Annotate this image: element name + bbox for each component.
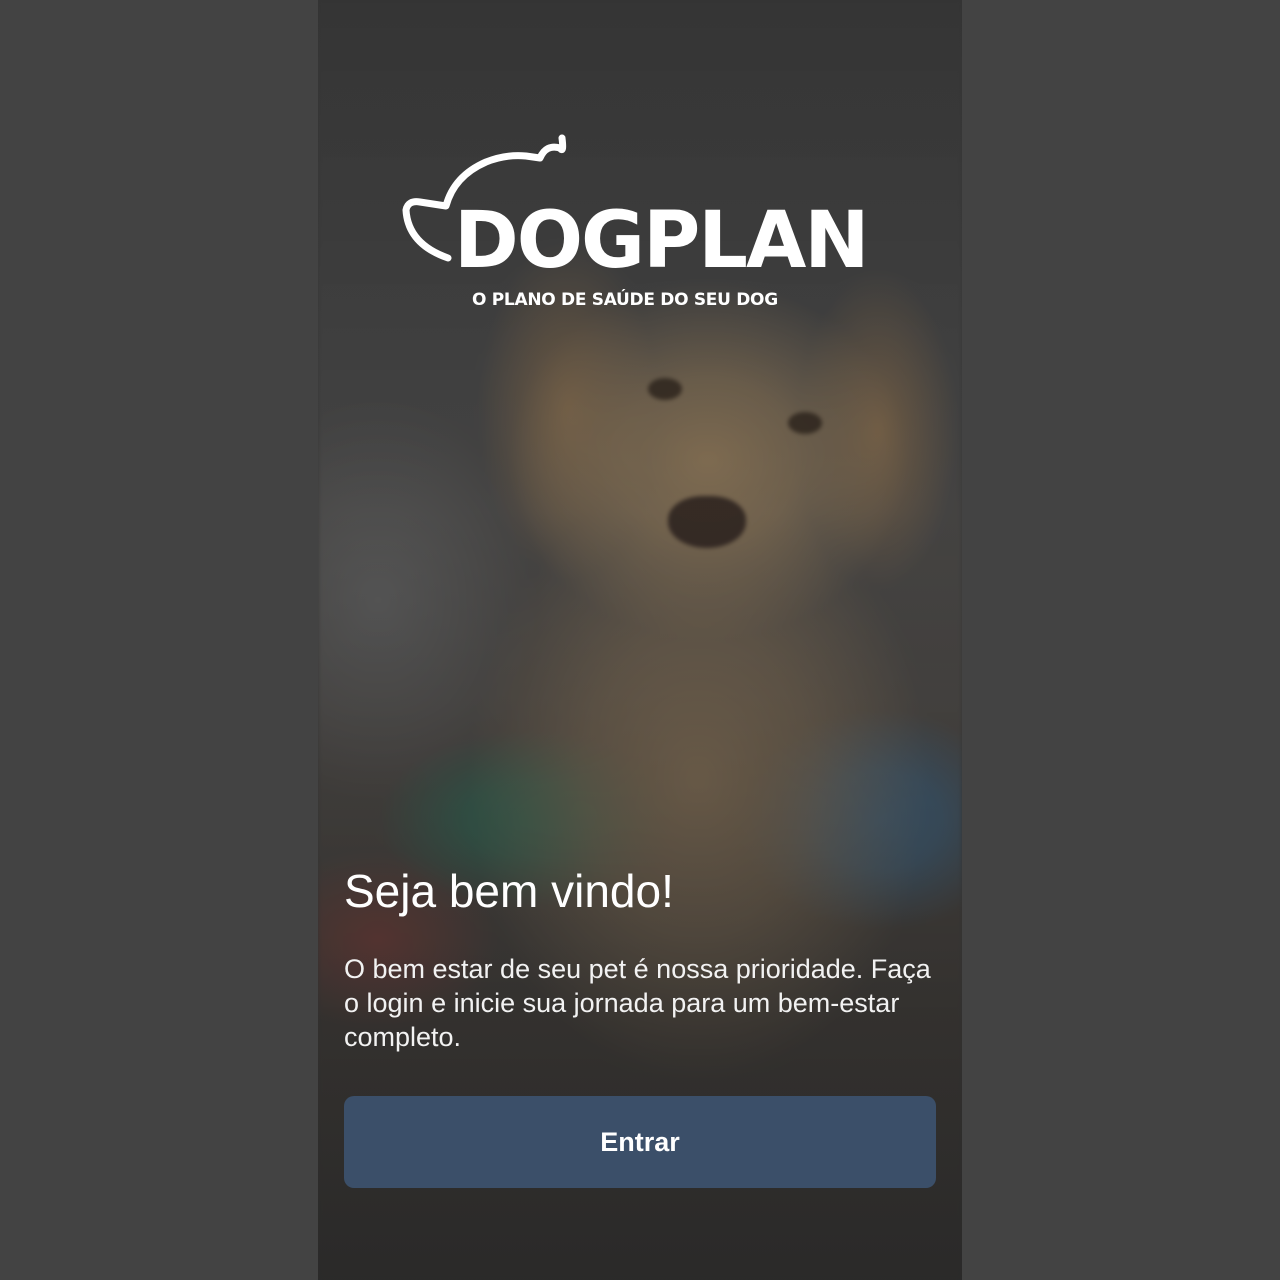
brand-tagline: O PLANO DE SAÚDE DO SEU DOG [472,290,778,310]
welcome-screen: DOGPLAN O PLANO DE SAÚDE DO SEU DOG Seja… [318,0,962,1280]
brand-name: DOGPLAN [454,196,870,286]
app-frame: DOGPLAN O PLANO DE SAÚDE DO SEU DOG Seja… [0,0,1280,1280]
welcome-title: Seja bem vindo! [344,865,674,917]
dogplan-logo: DOGPLAN O PLANO DE SAÚDE DO SEU DOG [402,132,882,322]
enter-button[interactable]: Entrar [344,1096,936,1188]
welcome-description: O bem estar de seu pet é nossa prioridad… [344,954,931,1052]
